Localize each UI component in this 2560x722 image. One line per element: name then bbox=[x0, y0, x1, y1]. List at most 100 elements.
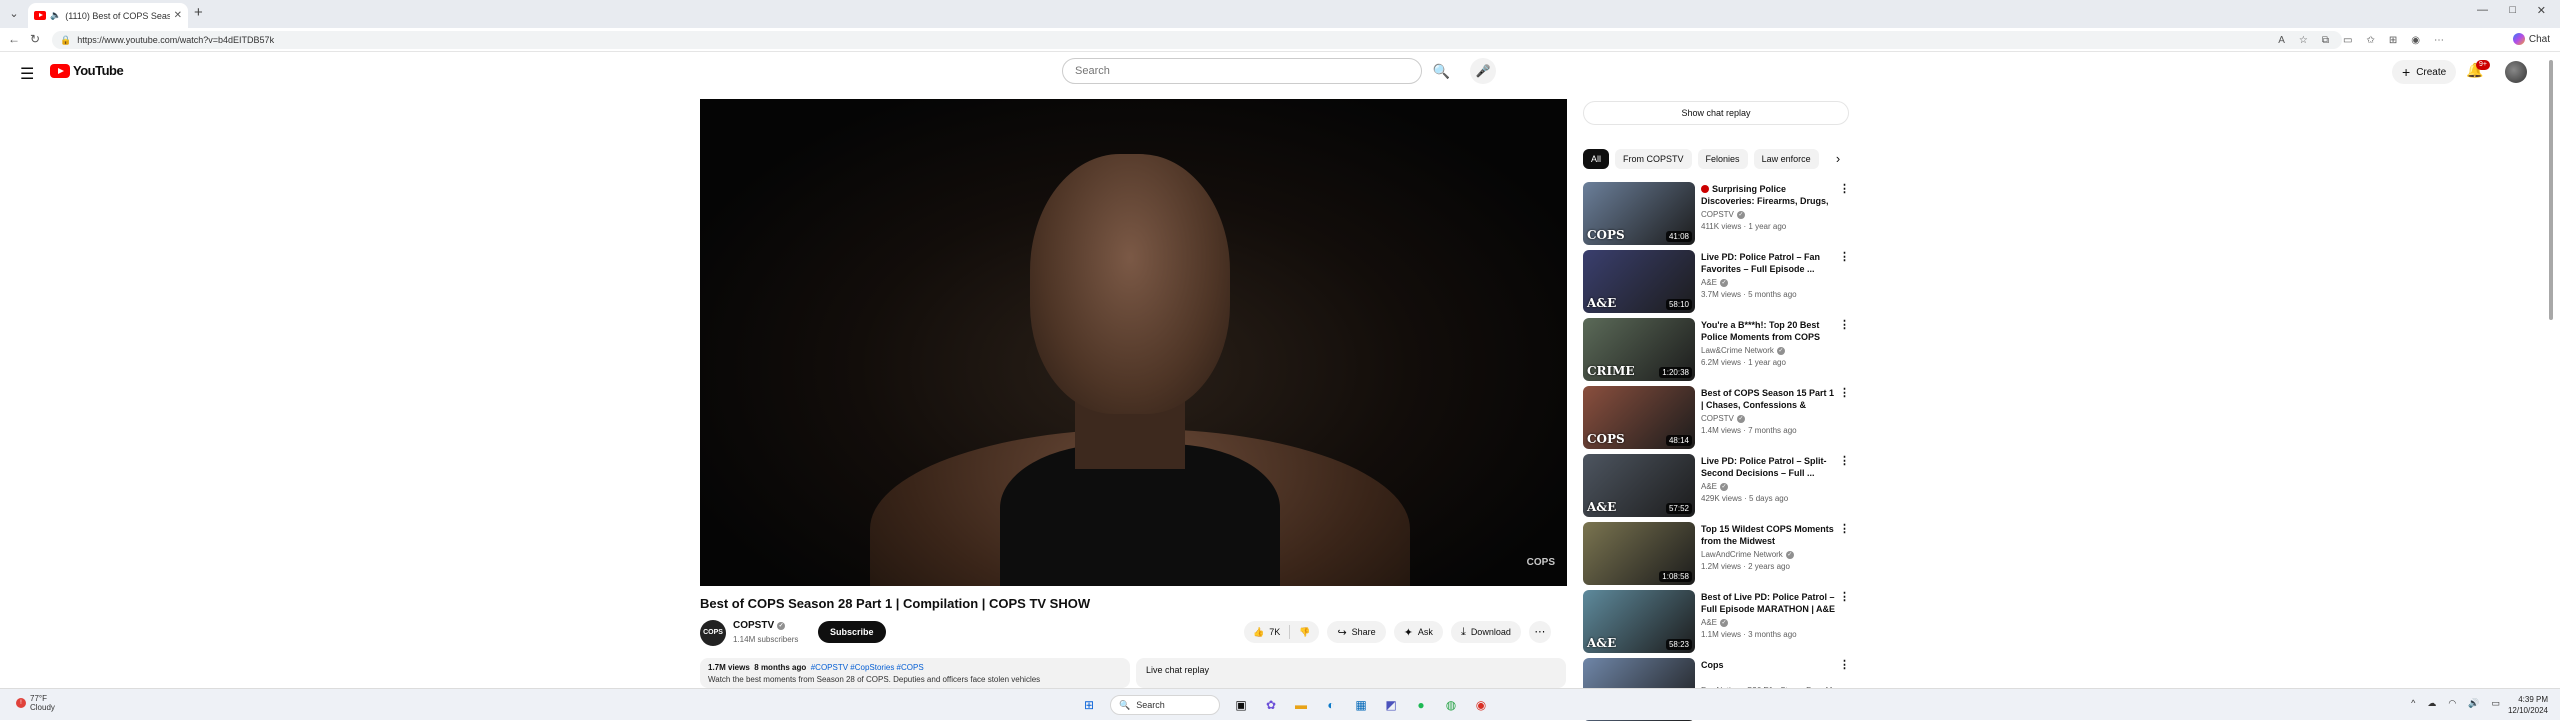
recommendation-item[interactable]: A&E 58:23 Best of Live PD: Police Patrol –… bbox=[1583, 590, 1850, 654]
close-window-button[interactable]: ✕ bbox=[2537, 4, 2546, 17]
search-input[interactable] bbox=[1075, 65, 1421, 77]
cloud-icon[interactable]: ☁ bbox=[2427, 698, 2436, 709]
favorite-star-icon[interactable]: ☆ bbox=[2299, 35, 2308, 46]
recommendation-channel[interactable]: A&E ✓ bbox=[1701, 278, 1729, 287]
recommendation-item[interactable]: COPS 48:14 Best of COPS Season 15 Part 1 |… bbox=[1583, 386, 1850, 450]
clock[interactable]: 4:39 PM 12/10/2024 bbox=[2508, 694, 2548, 716]
youtube-logo[interactable]: YouTube bbox=[50, 63, 124, 78]
recommendation-item[interactable]: 1:08:58 Top 15 Wildest COPS Moments from … bbox=[1583, 522, 1850, 586]
video-thumbnail[interactable]: A&E 58:10 bbox=[1583, 250, 1695, 313]
chip-all[interactable]: All bbox=[1583, 149, 1610, 169]
windows-start-icon[interactable]: ⊞ bbox=[1080, 696, 1098, 714]
recommendation-channel[interactable]: COPSTV ✓ bbox=[1701, 414, 1745, 423]
recommendation-title[interactable]: Cops bbox=[1701, 659, 1835, 671]
extensions-icon[interactable]: ⧉ bbox=[2322, 35, 2329, 46]
channel-name[interactable]: COPSTV bbox=[733, 620, 774, 631]
xbox-icon[interactable]: ◍ bbox=[1442, 696, 1460, 714]
more-options-icon[interactable]: ⋮ bbox=[1839, 318, 1850, 331]
menu-icon[interactable]: ☰ bbox=[20, 64, 34, 84]
recommendation-item[interactable]: CRIME 1:20:38 You're a B***h!: Top 20 Best… bbox=[1583, 318, 1850, 382]
recommendation-title[interactable]: You're a B***h!: Top 20 Best Police Mome… bbox=[1701, 319, 1835, 343]
recommendation-title[interactable]: Live PD: Police Patrol – Fan Favorites –… bbox=[1701, 251, 1835, 275]
collections-icon[interactable]: ⊞ bbox=[2389, 35, 2397, 46]
recommendation-channel[interactable]: Law&Crime Network ✓ bbox=[1701, 346, 1785, 355]
split-screen-icon[interactable]: ▭ bbox=[2343, 35, 2352, 46]
more-actions-icon[interactable]: ⋯ bbox=[1528, 621, 1551, 643]
share-button[interactable]: ↪ Share bbox=[1327, 621, 1386, 643]
refresh-icon[interactable]: ↻ bbox=[30, 32, 40, 46]
chat-app-icon[interactable]: ◩ bbox=[1382, 696, 1400, 714]
recommendation-item[interactable]: A&E 58:10 Live PD: Police Patrol – Fan Fav… bbox=[1583, 250, 1850, 314]
page-scrollbar[interactable] bbox=[2548, 58, 2554, 680]
browser-tab[interactable]: 🔈 (1110) Best of COPS Season 28 ✕ bbox=[28, 3, 188, 28]
account-avatar[interactable] bbox=[2505, 61, 2527, 83]
recommendation-channel[interactable]: LawAndCrime Network ✓ bbox=[1701, 550, 1794, 559]
weather-widget[interactable]: ! 77°F Cloudy bbox=[16, 694, 55, 712]
teams-icon[interactable]: ✿ bbox=[1262, 696, 1280, 714]
ask-button[interactable]: ✦ Ask bbox=[1393, 621, 1443, 643]
url-field[interactable]: 🔒 https://www.youtube.com/watch?v=b4dEIT… bbox=[52, 31, 2342, 49]
speaker-icon[interactable]: 🔈 bbox=[50, 10, 61, 21]
like-button[interactable]: 👍 7K bbox=[1244, 621, 1289, 643]
scrollbar-thumb[interactable] bbox=[2549, 60, 2553, 320]
channel-name-row[interactable]: COPSTV ✓ bbox=[733, 620, 786, 631]
search-box[interactable] bbox=[1062, 58, 1422, 84]
live-chat-replay-panel[interactable]: Live chat replay bbox=[1136, 658, 1566, 688]
channel-avatar[interactable]: COPS bbox=[700, 620, 726, 646]
volume-icon[interactable]: 🔊 bbox=[2468, 698, 2479, 709]
microphone-icon[interactable]: 🎤 bbox=[1470, 58, 1496, 84]
show-chat-replay-button[interactable]: Show chat replay bbox=[1583, 101, 1849, 125]
more-options-icon[interactable]: ⋮ bbox=[1839, 182, 1850, 195]
recommendation-item[interactable]: COPS 41:08 Surprising Police Discoveries: … bbox=[1583, 182, 1850, 246]
download-button[interactable]: ⤓ Download bbox=[1450, 621, 1521, 643]
more-options-icon[interactable]: ⋮ bbox=[1839, 250, 1850, 263]
video-thumbnail[interactable]: A&E 58:23 bbox=[1583, 590, 1695, 653]
dislike-button[interactable]: 👎 bbox=[1290, 621, 1319, 643]
description-box[interactable]: 1.7M views 8 months ago #COPSTV #CopStor… bbox=[700, 658, 1130, 688]
file-explorer-icon[interactable]: ▬ bbox=[1292, 696, 1310, 714]
task-view-icon[interactable]: ▣ bbox=[1232, 696, 1250, 714]
recommendation-channel[interactable]: COPSTV ✓ bbox=[1701, 210, 1745, 219]
copilot-button[interactable]: Chat bbox=[2512, 33, 2550, 45]
video-thumbnail[interactable]: CRIME 1:20:38 bbox=[1583, 318, 1695, 381]
maximize-button[interactable]: □ bbox=[2509, 4, 2516, 16]
more-options-icon[interactable]: ⋮ bbox=[1839, 658, 1850, 671]
settings-more-icon[interactable]: ⋯ bbox=[2434, 35, 2444, 46]
store-icon[interactable]: ▦ bbox=[1352, 696, 1370, 714]
back-icon[interactable]: ← bbox=[8, 32, 20, 46]
recommendation-item[interactable]: A&E 57:52 Live PD: Police Patrol – Split-S… bbox=[1583, 454, 1850, 518]
recommendation-title[interactable]: Surprising Police Discoveries: Firearms,… bbox=[1701, 183, 1835, 207]
video-thumbnail[interactable]: COPS 41:08 bbox=[1583, 182, 1695, 245]
spotify-icon[interactable]: ● bbox=[1412, 696, 1430, 714]
chip-law-enforcement[interactable]: Law enforce bbox=[1753, 149, 1819, 169]
video-thumbnail[interactable]: 1:08:58 bbox=[1583, 522, 1695, 585]
tray-chevron-up-icon[interactable]: ^ bbox=[2411, 698, 2415, 709]
search-button-icon[interactable]: 🔍 bbox=[1423, 58, 1460, 84]
hashtags[interactable]: #COPSTV #CopStories #COPS bbox=[811, 663, 924, 672]
recommendation-channel[interactable]: A&E ✓ bbox=[1701, 618, 1729, 627]
close-tab-icon[interactable]: ✕ bbox=[174, 10, 182, 21]
recommendation-title[interactable]: Best of COPS Season 15 Part 1 | Chases, … bbox=[1701, 387, 1835, 411]
read-aloud-icon[interactable]: A bbox=[2278, 35, 2285, 46]
chip-from-copstv[interactable]: From COPSTV bbox=[1615, 149, 1692, 169]
chip-felonies[interactable]: Felonies bbox=[1697, 149, 1748, 169]
video-player[interactable]: COPS bbox=[700, 99, 1567, 586]
more-options-icon[interactable]: ⋮ bbox=[1839, 522, 1850, 535]
site-info-icon[interactable]: 🔒 bbox=[60, 35, 71, 46]
recommendation-title[interactable]: Live PD: Police Patrol – Split-Second De… bbox=[1701, 455, 1835, 479]
tab-actions-icon[interactable]: ⌄ bbox=[6, 6, 22, 22]
taskbar-search[interactable]: 🔍 Search bbox=[1110, 695, 1220, 715]
new-tab-button[interactable]: + bbox=[194, 5, 203, 21]
minimize-button[interactable]: — bbox=[2477, 4, 2488, 16]
more-options-icon[interactable]: ⋮ bbox=[1839, 454, 1850, 467]
edge-browser-icon[interactable]: ◐ bbox=[1322, 696, 1340, 714]
subscribe-button[interactable]: Subscribe bbox=[818, 621, 886, 643]
video-thumbnail[interactable]: COPS 48:14 bbox=[1583, 386, 1695, 449]
battery-icon[interactable]: ▭ bbox=[2491, 698, 2500, 709]
more-options-icon[interactable]: ⋮ bbox=[1839, 386, 1850, 399]
create-button[interactable]: + Create bbox=[2392, 60, 2457, 84]
recommendation-title[interactable]: Top 15 Wildest COPS Moments from the Mid… bbox=[1701, 523, 1835, 547]
favorites-icon[interactable]: ✩ bbox=[2366, 35, 2374, 46]
profile-icon[interactable]: ◉ bbox=[2411, 35, 2420, 46]
video-thumbnail[interactable]: A&E 57:52 bbox=[1583, 454, 1695, 517]
